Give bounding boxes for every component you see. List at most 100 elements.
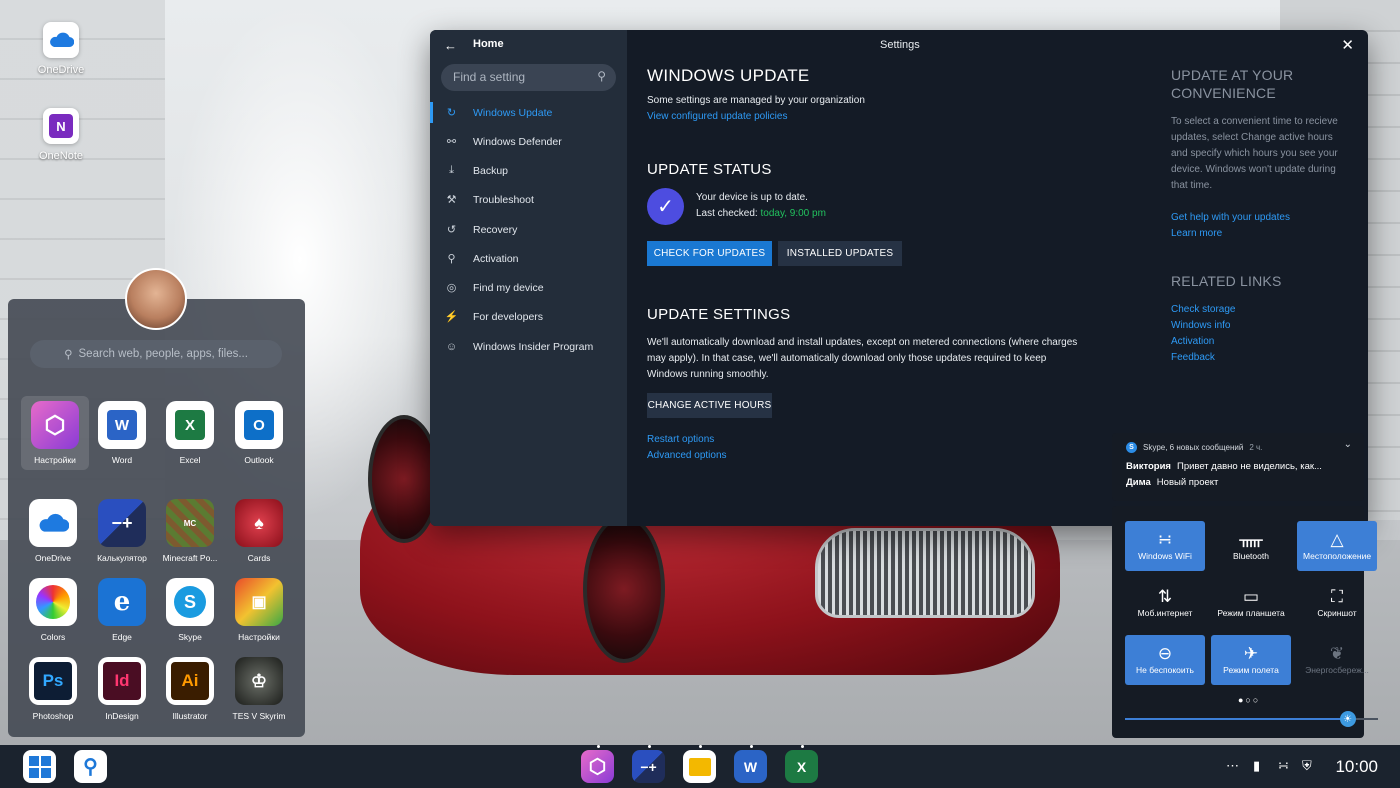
related-links-heading: RELATED LINKS [1171,273,1282,289]
quick-action-tablet-mode[interactable]: ▭ Режим планшета [1211,578,1291,628]
status-text: Your device is up to date. [696,192,808,203]
notification-age: 2 ч. [1249,443,1263,452]
battery-saver-icon: ❦ [1329,644,1345,663]
nav-item-for-developers[interactable]: ⚡ For developers [430,302,627,331]
taskbar-settings[interactable]: ⬡ [581,750,614,783]
app-photoshop[interactable]: Ps Photoshop [19,657,87,721]
app-outlook[interactable]: O Outlook [225,401,293,465]
notification-message: Виктория Привет давно не виделись, как... [1126,461,1322,472]
check-for-updates-button[interactable]: CHECK FOR UPDATES [647,241,772,266]
quick-action-location[interactable]: △ Местоположение [1297,521,1377,571]
taskbar-calculator[interactable]: −+ [632,750,665,783]
taskbar-files[interactable] [683,750,716,783]
nav-item-windows-defender[interactable]: ⚯ Windows Defender [430,127,627,156]
nav-item-backup[interactable]: ⤓ Backup [430,156,627,185]
nav-item-windows-update[interactable]: ↻ Windows Update [430,98,627,127]
onenote-icon: N [43,108,79,144]
start-search-input[interactable]: ⚲ Search web, people, apps, files... [30,340,282,368]
change-active-hours-button[interactable]: CHANGE ACTIVE HOURS [647,393,772,418]
skype-notification[interactable]: S Skype, 6 новых сообщений 2 ч. ⌄ Виктор… [1112,433,1364,501]
installed-updates-button[interactable]: INSTALLED UPDATES [778,241,902,266]
app-gallery-settings[interactable]: ▣ Настройки [225,578,293,642]
nav-item-recovery[interactable]: ↺ Recovery [430,215,627,244]
help-updates-link[interactable]: Get help with your updates [1171,212,1290,223]
app-indesign[interactable]: Id InDesign [88,657,156,721]
desktop-icon-onedrive[interactable]: OneDrive [26,22,96,76]
app-edge[interactable]: e Edge [88,578,156,642]
back-arrow-icon[interactable]: ← [444,38,457,53]
quick-action-wifi[interactable]: ∺ Windows WiFi [1125,521,1205,571]
onedrive-icon [29,499,77,547]
user-avatar[interactable] [125,268,187,330]
wifi-icon[interactable]: ∺ [1278,758,1289,774]
locate-icon: ◎ [446,282,457,294]
app-excel[interactable]: X Excel [156,401,224,465]
search-icon: ⚲ [64,349,73,361]
clock[interactable]: 10:00 [1335,757,1378,777]
convenience-text: To select a convenient time to recieve u… [1171,116,1338,191]
find-setting-input[interactable]: Find a setting ⚲ [441,64,616,91]
action-center: ∺ Windows WiFi ᚅ Bluetooth △ Местоположение… [1112,506,1378,738]
windows-logo-icon [28,755,51,778]
quick-action-mobile-data[interactable]: ⇅ Моб.интернет [1125,578,1205,628]
activation-link[interactable]: Activation [1171,336,1214,347]
nav-item-find-my-device[interactable]: ◎ Find my device [430,273,627,302]
feedback-link[interactable]: Feedback [1171,352,1215,363]
page-dots[interactable]: ●○○ [1238,695,1260,705]
last-checked: Last checked: today, 9:00 pm [696,208,826,219]
restart-options-link[interactable]: Restart options [647,434,714,445]
calculator-icon: −+ [640,758,657,775]
bluetooth-icon: ᚅ [1239,530,1263,549]
taskbar-search-button[interactable]: ⚲ [74,750,107,783]
quick-action-airplane[interactable]: ✈ Режим полета [1211,635,1291,685]
taskbar-word[interactable]: W [734,750,767,783]
app-illustrator[interactable]: Ai Illustrator [156,657,224,721]
start-button[interactable] [23,750,56,783]
shield-icon[interactable]: ⛨ [1302,758,1312,774]
brightness-icon[interactable]: ☀ [1339,711,1356,727]
onedrive-icon [43,22,79,58]
brightness-slider[interactable]: ☀ [1125,711,1378,727]
taskbar-excel[interactable]: X [785,750,818,783]
app-colors[interactable]: Colors [19,578,87,642]
settings-hex-icon: ⬡ [31,401,79,449]
policies-link[interactable]: View configured update policies [647,111,787,122]
app-skyrim[interactable]: ♔ TES V Skyrim [225,657,293,721]
excel-icon: X [796,758,807,775]
quick-action-bluetooth[interactable]: ᚅ Bluetooth [1211,521,1291,571]
close-icon[interactable]: ✕ [1341,36,1354,54]
notification-header: Skype, 6 новых сообщений [1143,443,1244,452]
last-checked-value: today, 9:00 pm [760,208,826,219]
desktop-icon-onenote[interactable]: N OneNote [26,108,96,162]
developer-icon: ⚡ [444,311,459,323]
app-settings[interactable]: ⬡ Настройки [21,396,89,470]
notification-bell-icon[interactable]: ▮ [1253,758,1260,774]
advanced-options-link[interactable]: Advanced options [647,450,727,461]
app-skype[interactable]: S Skype [156,578,224,642]
more-icon[interactable]: ⋯ [1226,758,1239,774]
quick-action-screenshot[interactable]: ⛶ Скриншот [1297,578,1377,628]
check-storage-link[interactable]: Check storage [1171,304,1235,315]
nav-item-troubleshoot[interactable]: ⚒ Troubleshoot [430,185,627,214]
app-cards[interactable]: ♠ Cards [225,499,293,563]
colors-icon [29,578,77,626]
indesign-icon: Id [98,657,146,705]
app-minecraft[interactable]: MC Minecraft Po... [156,499,224,563]
app-onedrive[interactable]: OneDrive [19,499,87,563]
chevron-down-icon[interactable]: ⌄ [1344,439,1352,450]
quick-action-battery-saver[interactable]: ❦ Энергосбереж... [1297,635,1377,685]
learn-more-link[interactable]: Learn more [1171,228,1222,239]
home-link[interactable]: Home [473,38,504,50]
search-icon: ⚲ [83,756,98,778]
app-calculator[interactable]: −+ Калькулятор [88,499,156,563]
search-icon: ⚲ [597,69,606,83]
quick-action-do-not-disturb[interactable]: ⊖ Не беспокоить [1125,635,1205,685]
mobile-data-icon: ⇅ [1157,587,1173,606]
shield-icon: ⚯ [446,136,457,148]
nav-item-windows-insider[interactable]: ☺ Windows Insider Program [430,332,627,361]
windows-info-link[interactable]: Windows info [1171,320,1230,331]
nav-item-activation[interactable]: ⚲ Activation [430,244,627,273]
skyrim-icon: ♔ [235,657,283,705]
photoshop-icon: Ps [29,657,77,705]
app-word[interactable]: W Word [88,401,156,465]
